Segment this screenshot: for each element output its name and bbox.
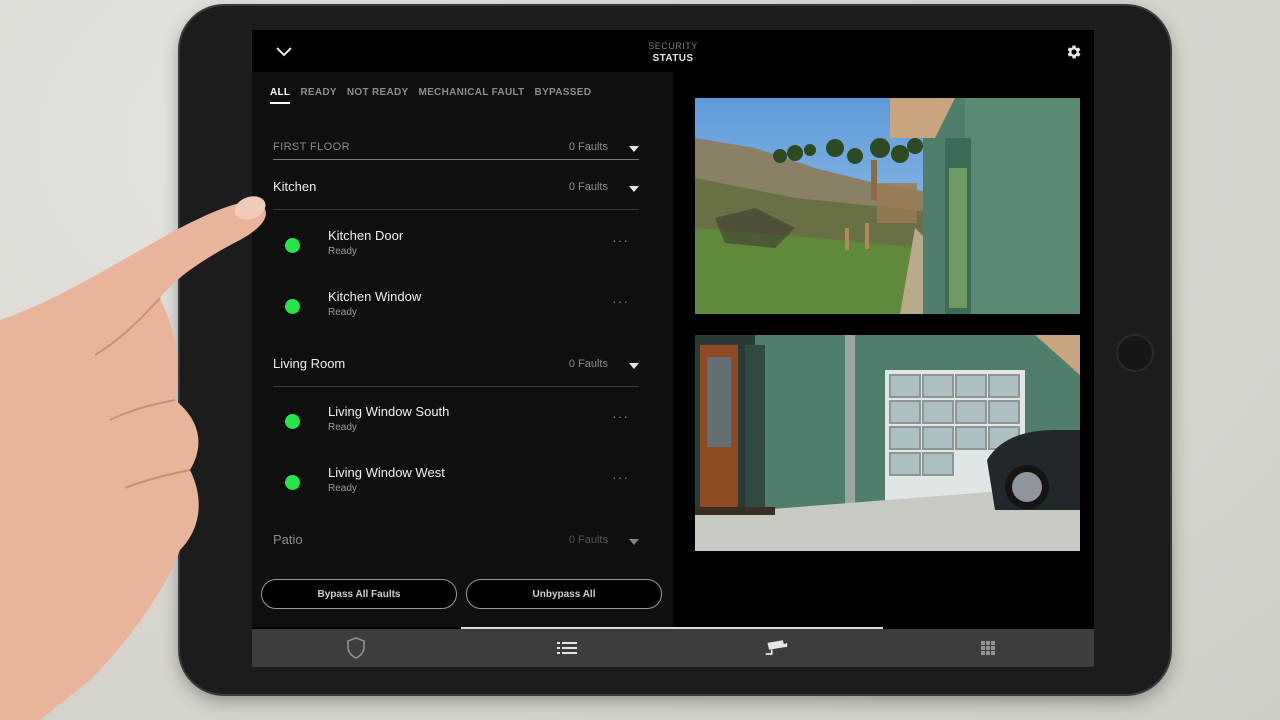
device-status: Ready (328, 307, 357, 318)
filter-ready[interactable]: READY (300, 87, 337, 104)
floor-fault-count: 0 Faults (568, 141, 608, 153)
list-icon[interactable] (555, 636, 579, 660)
device-name: Living Window West (328, 465, 445, 480)
device-status: Ready (328, 422, 357, 433)
room-fault-count: 0 Faults (568, 358, 608, 370)
room-fault-count: 0 Faults (568, 181, 608, 193)
more-options-icon[interactable]: ··· (612, 232, 629, 248)
filter-tabs: ALL READY NOT READY MECHANICAL FAULT BYP… (270, 87, 591, 104)
floor-header[interactable]: FIRST FLOOR 0 Faults (273, 138, 639, 160)
grid-icon[interactable] (976, 636, 1000, 660)
shield-icon[interactable] (344, 636, 368, 660)
room-name: Patio (273, 532, 303, 547)
ready-status-dot (285, 414, 300, 429)
ready-status-dot (285, 238, 300, 253)
device-status: Ready (328, 483, 357, 494)
room-fault-count: 0 Faults (568, 534, 608, 546)
ready-status-dot (285, 299, 300, 314)
screen: SECURITY STATUS ALL READY NOT READY MECH… (252, 30, 1094, 667)
header-subtitle: SECURITY (648, 41, 698, 51)
device-name: Kitchen Window (328, 289, 422, 304)
device-status: Ready (328, 246, 357, 257)
list-item[interactable]: Living Window West Ready ··· (273, 457, 639, 513)
device-name: Living Window South (328, 404, 450, 419)
room-name: Kitchen (273, 179, 317, 194)
list-item[interactable]: Kitchen Door Ready ··· (273, 220, 639, 276)
more-options-icon[interactable]: ··· (612, 293, 629, 309)
camera-icon[interactable] (764, 636, 788, 660)
list-item[interactable]: Living Window South Ready ··· (273, 396, 639, 452)
bottom-tab-bar (252, 629, 1094, 667)
room-patio[interactable]: Patio 0 Faults (273, 521, 639, 563)
filter-mechanical-fault[interactable]: MECHANICAL FAULT (418, 87, 524, 104)
bypass-all-faults-button[interactable]: Bypass All Faults (261, 579, 457, 609)
filter-not-ready[interactable]: NOT READY (347, 87, 409, 104)
device-name: Kitchen Door (328, 228, 404, 243)
gear-icon[interactable] (1065, 43, 1083, 61)
filter-bypassed[interactable]: BYPASSED (535, 87, 592, 104)
room-living-room[interactable]: Living Room 0 Faults (273, 345, 639, 387)
camera-feed-garage[interactable] (695, 335, 1080, 551)
page-title: STATUS (652, 53, 694, 64)
home-button[interactable] (1116, 334, 1154, 372)
caret-down-icon[interactable] (629, 363, 639, 369)
ready-status-dot (285, 475, 300, 490)
caret-down-icon[interactable] (629, 539, 639, 545)
unbypass-all-button[interactable]: Unbypass All (466, 579, 662, 609)
room-name: Living Room (273, 356, 346, 371)
sensor-list-panel: ALL READY NOT READY MECHANICAL FAULT BYP… (252, 72, 673, 627)
caret-down-icon[interactable] (629, 146, 639, 152)
floor-label: FIRST FLOOR (273, 141, 350, 153)
more-options-icon[interactable]: ··· (612, 408, 629, 424)
more-options-icon[interactable]: ··· (612, 469, 629, 485)
camera-feed-backyard[interactable] (695, 98, 1080, 314)
filter-all[interactable]: ALL (270, 87, 291, 104)
caret-down-icon[interactable] (629, 186, 639, 192)
room-kitchen[interactable]: Kitchen 0 Faults (273, 168, 639, 210)
list-item[interactable]: Kitchen Window Ready ··· (273, 281, 639, 337)
